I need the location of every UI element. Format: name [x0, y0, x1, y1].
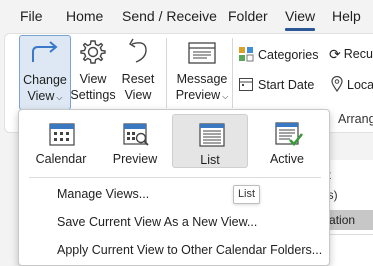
change-view-label-2: View ⌵ [27, 89, 63, 103]
view-settings-label-1: View [79, 72, 107, 86]
change-view-label-1: Change [23, 73, 67, 87]
calendar-view-icon [49, 123, 75, 146]
view-settings-button[interactable]: View Settings [69, 34, 117, 114]
view-list-label: List [200, 153, 220, 167]
dropdown-separator [29, 177, 321, 178]
message-preview-icon [187, 40, 217, 70]
menu-bar: File Home Send / Receive Folder View Hel… [0, 0, 373, 32]
gear-icon [79, 38, 107, 70]
change-view-icon [29, 40, 61, 69]
view-calendar-label: Calendar [35, 152, 87, 166]
chevron-down-icon: ⌵ [56, 93, 63, 102]
calendar-icon [238, 76, 254, 95]
message-preview-label-2: Preview ⌵ [175, 88, 229, 102]
tab-help[interactable]: Help [332, 8, 361, 24]
ribbon-separator [166, 38, 167, 108]
categories-icon [238, 46, 254, 65]
list-view-icon [199, 123, 225, 147]
message-preview-label-1: Message [176, 72, 228, 86]
view-active[interactable]: Active [249, 114, 325, 168]
location-label: Locat [347, 77, 373, 92]
start-date-button[interactable]: Start Date [238, 76, 314, 95]
view-preview-label: Preview [112, 152, 158, 166]
view-settings-label-2: Settings [70, 88, 116, 102]
start-date-label: Start Date [258, 77, 315, 92]
arrangement-group-label: Arrang [338, 112, 373, 126]
active-tab-indicator [285, 28, 315, 31]
categories-label: Categories [258, 47, 319, 62]
view-calendar[interactable]: Calendar [23, 114, 99, 168]
preview-view-icon [123, 123, 149, 146]
save-current-view-item[interactable]: Save Current View As a New View... [57, 215, 257, 229]
list-tooltip: List [233, 185, 260, 204]
recurrence-button[interactable]: ⟳Recur [329, 46, 373, 63]
tab-folder[interactable]: Folder [228, 8, 268, 24]
tab-send-receive[interactable]: Send / Receive [122, 8, 217, 24]
recurrence-label: Recur [343, 46, 373, 61]
ribbon-separator [232, 38, 233, 108]
manage-views-item[interactable]: Manage Views... [57, 187, 149, 201]
view-active-label: Active [269, 152, 305, 166]
reset-view-label-1: Reset [121, 72, 155, 86]
change-view-dropdown: Calendar Preview List Active Manage View… [18, 109, 330, 266]
tab-file[interactable]: File [20, 8, 43, 24]
location-button[interactable]: Locat [331, 75, 373, 95]
change-view-button[interactable]: Change View ⌵ [19, 35, 71, 110]
reset-icon [124, 38, 152, 70]
reset-view-button[interactable]: Reset View [117, 34, 159, 114]
categories-button[interactable]: Categories [238, 46, 318, 65]
active-view-icon [275, 122, 304, 146]
view-list[interactable]: List [172, 114, 248, 168]
chevron-down-icon: ⌵ [222, 92, 229, 101]
recurrence-icon: ⟳ [329, 46, 341, 62]
view-preview[interactable]: Preview [97, 114, 173, 168]
message-preview-button[interactable]: Message Preview ⌵ [173, 34, 231, 114]
tab-view[interactable]: View [285, 8, 315, 24]
reset-view-label-2: View [124, 88, 152, 102]
tab-home[interactable]: Home [66, 8, 103, 24]
location-pin-icon [331, 75, 343, 95]
apply-current-view-item[interactable]: Apply Current View to Other Calendar Fol… [57, 243, 322, 257]
